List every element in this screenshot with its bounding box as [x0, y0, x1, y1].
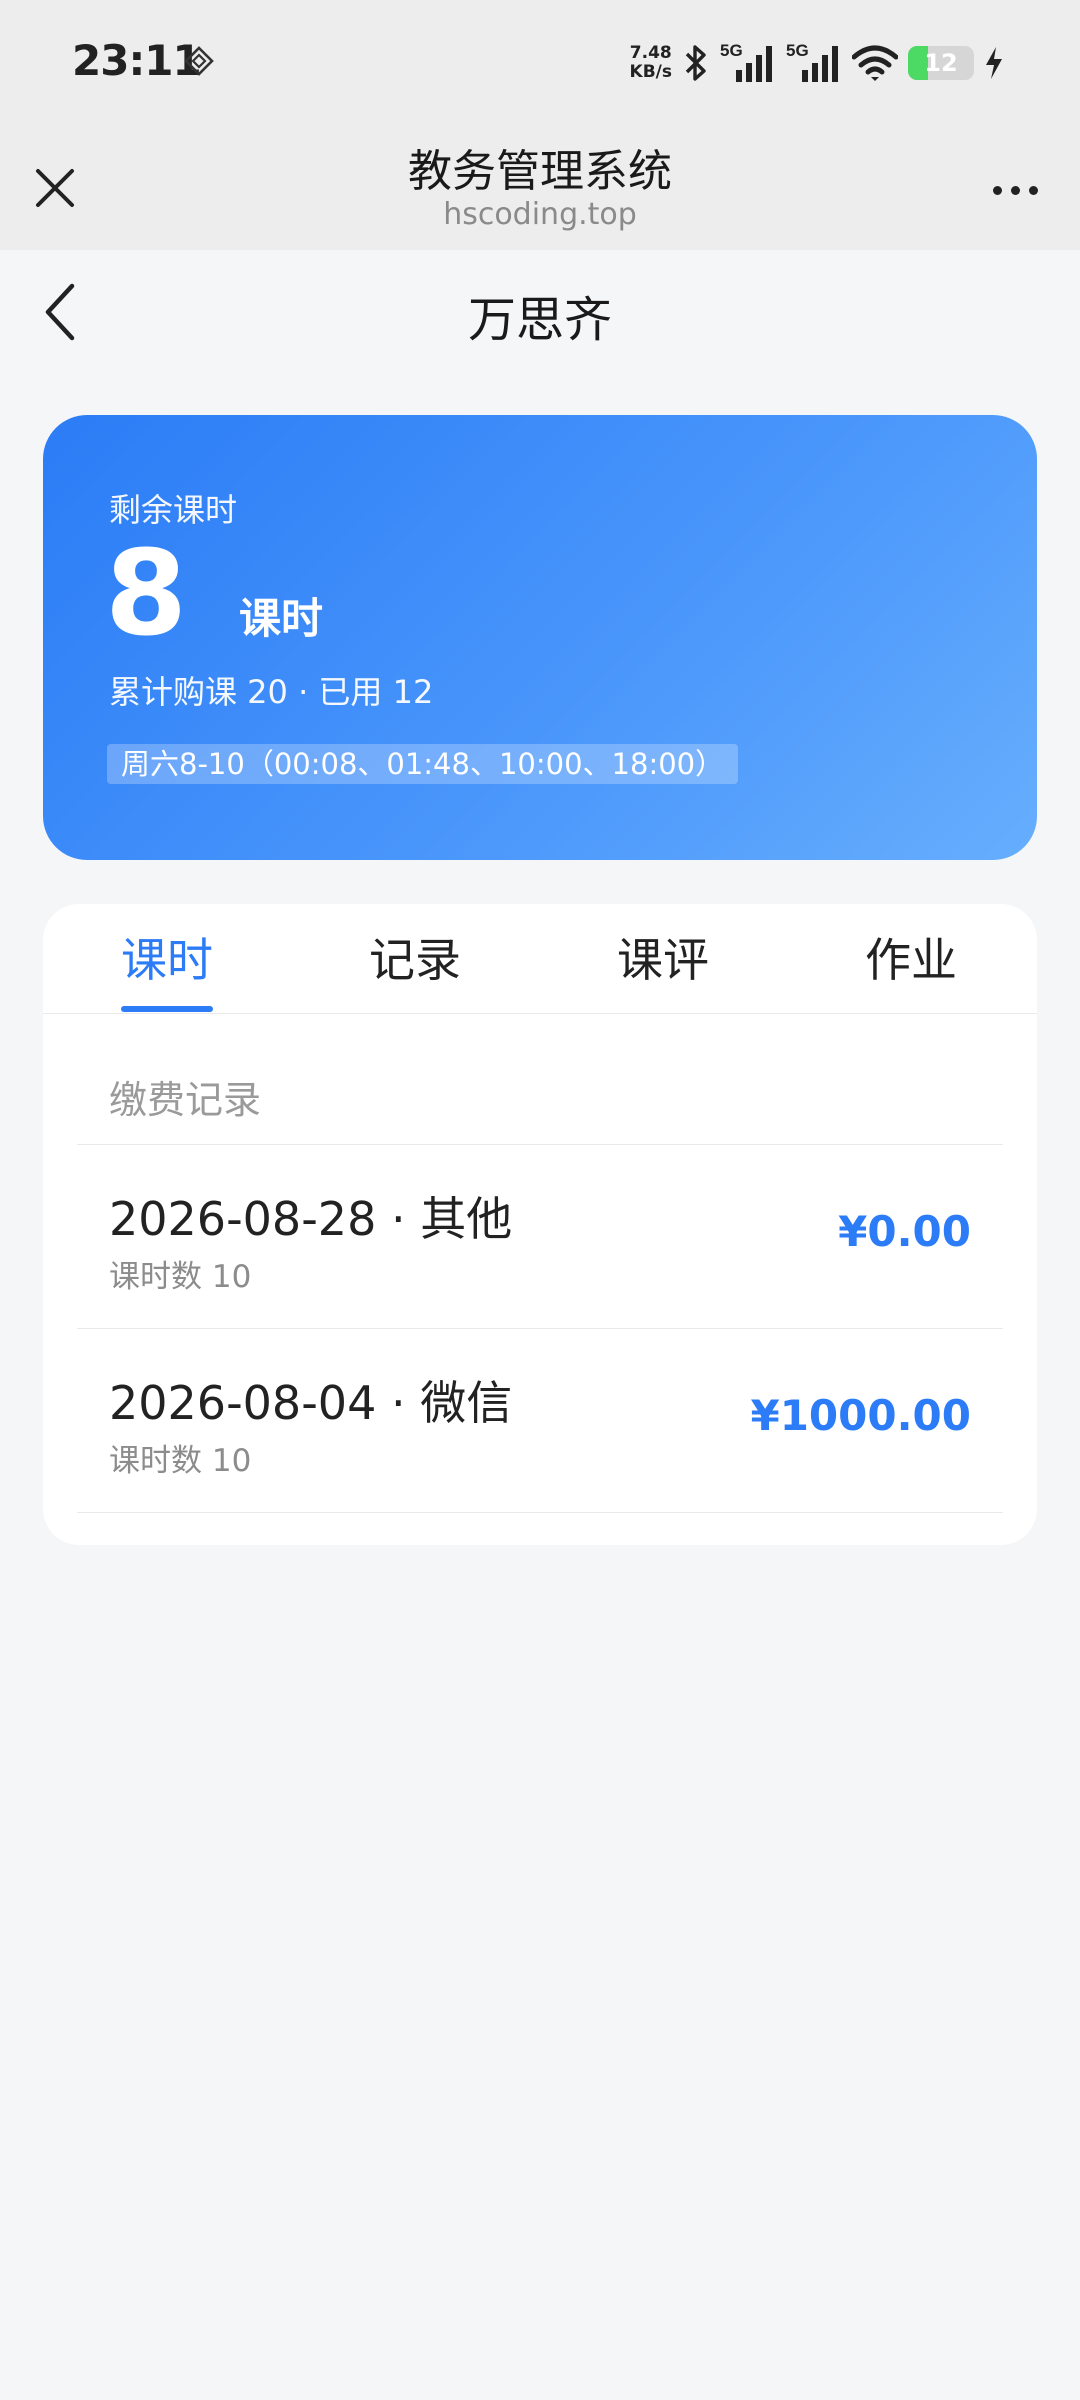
tab-reviews[interactable]: 课评: [539, 924, 787, 990]
battery-icon: 12: [908, 46, 974, 80]
status-icons: 7.48 KB/s 5G 5G 12: [630, 36, 1004, 90]
more-dot: [1028, 185, 1038, 195]
signal-icon: 5G: [786, 41, 838, 82]
divider: [77, 1512, 1003, 1513]
battery-level: 12: [924, 49, 958, 77]
payment-record[interactable]: 2026-08-04 · 微信 课时数 10 ¥1000.00: [43, 1329, 1037, 1512]
more-dot: [992, 185, 1002, 195]
active-tab-indicator: [121, 1006, 213, 1012]
browser-header: 教务管理系统 hscoding.top: [0, 125, 1080, 250]
tab-homework[interactable]: 作业: [787, 924, 1035, 990]
charging-icon: [986, 47, 1002, 79]
record-hours: 课时数 10: [109, 1259, 252, 1295]
more-icon[interactable]: [980, 165, 1050, 215]
status-time: 23:11: [72, 36, 202, 85]
page-nav: 万思齐: [0, 250, 1080, 370]
browser-title: 教务管理系统: [408, 146, 672, 197]
status-bar: 23:11 7.48 KB/s 5G 5G 12: [0, 0, 1080, 125]
more-dot: [1010, 185, 1020, 195]
record-amount: ¥0.00: [838, 1207, 971, 1256]
remaining-count: 8: [105, 524, 188, 662]
record-title: 2026-08-28 · 其他: [109, 1192, 513, 1246]
schedule-badge: 周六8-10（00:08、01:48、10:00、18:00）: [107, 744, 739, 784]
tab-bar: 课时 记录 课评 作业: [43, 904, 1037, 1014]
record-title: 2026-08-04 · 微信: [109, 1376, 513, 1430]
svg-text:5G: 5G: [786, 41, 809, 60]
net-speed: 7.48 KB/s: [629, 43, 672, 82]
svg-text:5G: 5G: [720, 41, 743, 60]
purchase-summary: 累计购课 20 · 已用 12: [109, 673, 434, 711]
payment-record[interactable]: 2026-08-28 · 其他 课时数 10 ¥0.00: [43, 1145, 1037, 1328]
remaining-hours-card: 剩余课时 8 课时 累计购课 20 · 已用 12 周六8-10（00:08、0…: [43, 415, 1037, 860]
content-card: 课时 记录 课评 作业 缴费记录 2026-08-28 · 其他 课时数 10 …: [43, 904, 1037, 1545]
diamond-icon: [184, 46, 214, 76]
page-title: 万思齐: [467, 292, 612, 348]
browser-url: hscoding.top: [443, 197, 637, 232]
section-heading: 缴费记录: [109, 1078, 262, 1122]
tab-hours[interactable]: 课时: [43, 924, 291, 990]
tab-records[interactable]: 记录: [291, 924, 539, 990]
wifi-icon: [852, 45, 898, 81]
record-amount: ¥1000.00: [750, 1391, 971, 1440]
remaining-unit: 课时: [239, 594, 324, 643]
record-hours: 课时数 10: [109, 1443, 252, 1479]
bluetooth-icon: [685, 45, 706, 81]
signal-icon: 5G: [720, 41, 772, 82]
